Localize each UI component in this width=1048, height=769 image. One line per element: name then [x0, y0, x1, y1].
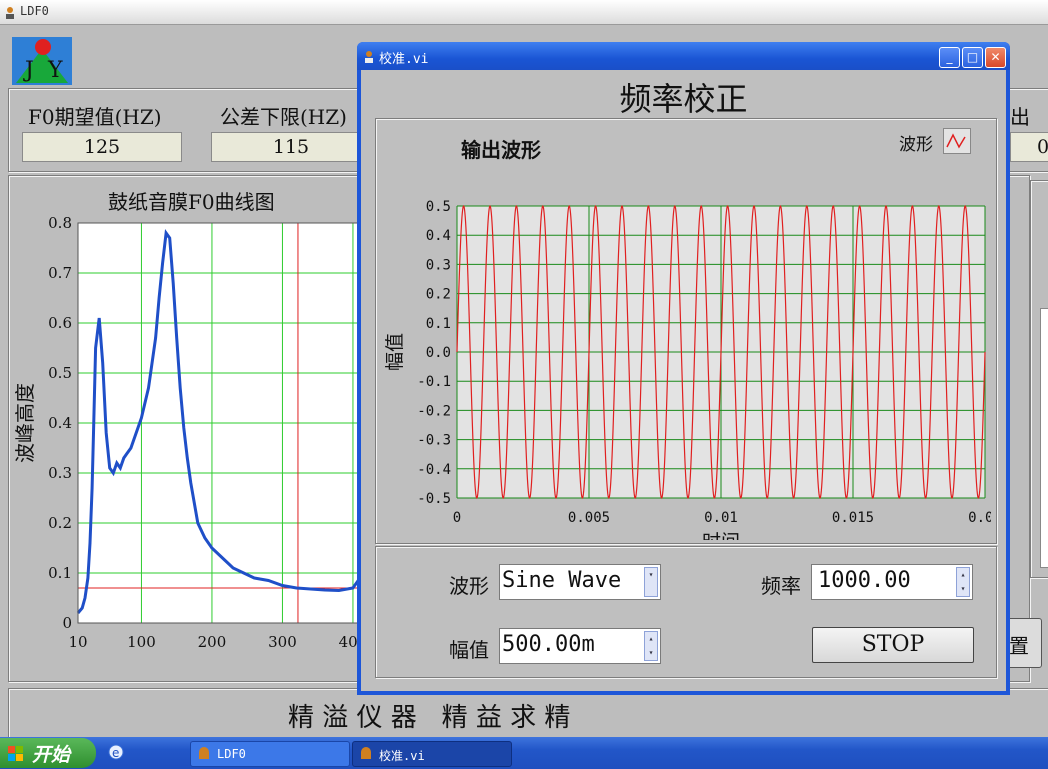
waveform-select[interactable]: Sine Wave ▾: [499, 564, 661, 600]
tolerance-lower-field[interactable]: 115: [211, 132, 371, 162]
f0-ytick-label: 0: [62, 614, 72, 632]
minimize-icon[interactable]: _: [939, 47, 960, 68]
legend-label: 波形: [899, 135, 933, 155]
task-calibration-label: 校准.vi: [379, 749, 425, 763]
wave-xlabel: 时间: [702, 531, 740, 540]
chevron-down-icon[interactable]: ▾: [644, 567, 658, 597]
f0-xtick-label: 300: [268, 633, 297, 651]
output-voltage-field-partial[interactable]: 0: [1010, 132, 1048, 162]
maximize-icon[interactable]: □: [962, 47, 983, 68]
f0-target-label: F0期望值(HZ): [28, 105, 162, 129]
wave-xtick-label: 0: [453, 510, 461, 526]
settings-button-label: 置: [1009, 634, 1029, 658]
dialog-heading: 频率校正: [619, 80, 748, 118]
dialog-body: 频率校正 输出波形 波形 0.5 0.4 0.3 0.2 0.1 0.0 -0.1 -0.2 -…: [361, 70, 1006, 691]
tolerance-lower-label: 公差下限(HZ): [220, 105, 347, 129]
task-ldf0[interactable]: LDF0: [190, 741, 350, 767]
waveform-label: 波形: [449, 574, 489, 598]
dialog-titlebar[interactable]: 校准.vi _ □ ✕: [357, 42, 1010, 70]
windows-logo-icon: [8, 745, 24, 761]
app-icon: [4, 5, 16, 19]
f0-xtick-label: 100: [127, 633, 156, 651]
wave-ytick-label: 0.1: [426, 316, 451, 332]
footer-slogan: 精 溢 仪 器 精 益 求 精: [288, 703, 571, 733]
amplitude-value: 500.00m: [502, 632, 595, 657]
wave-xtick-label: 0.01: [704, 510, 738, 526]
f0-ytick-label: 0.4: [48, 414, 72, 432]
f0-chart: 00.10.20.30.40.50.60.70.810100200300400波…: [13, 214, 360, 651]
task-calibration[interactable]: 校准.vi: [352, 741, 512, 767]
legend-swatch: [943, 128, 971, 154]
wave-ytick-label: -0.5: [417, 491, 451, 507]
start-label: 开始: [32, 744, 71, 766]
waveform-chart: 0.5 0.4 0.3 0.2 0.1 0.0 -0.1 -0.2 -0.3 -0.4 -0.50 0…: [384, 199, 991, 540]
f0-xtick-label: 200: [198, 633, 227, 651]
wave-ytick-label: 0.4: [426, 228, 451, 244]
frequency-value: 1000.00: [818, 568, 911, 593]
frequency-stepper[interactable]: ▴ ▾: [956, 567, 970, 597]
dialog-icon: [363, 49, 375, 63]
wave-xtick-label: 0.015: [832, 510, 874, 526]
wave-xtick-label: 0.005: [568, 510, 610, 526]
task-ldf0-label: LDF0: [217, 747, 246, 761]
dialog-title: 校准.vi: [379, 52, 429, 67]
wave-ytick-label: 0.0: [426, 345, 451, 361]
wave-ytick-label: -0.4: [417, 462, 451, 478]
f0-ytick-label: 0.2: [48, 514, 72, 532]
close-icon[interactable]: ✕: [985, 47, 1006, 68]
right-side-list: [1040, 308, 1048, 568]
svg-text:Y: Y: [47, 58, 63, 83]
amplitude-input[interactable]: 500.00m ▴ ▾: [499, 628, 661, 664]
stop-button-label: STOP: [861, 632, 925, 657]
stop-button[interactable]: STOP: [812, 627, 974, 663]
start-button[interactable]: 开始: [0, 738, 96, 768]
wave-ytick-label: -0.1: [417, 374, 451, 390]
wave-ytick-label: 0.3: [426, 257, 451, 273]
waveform-select-value: Sine Wave: [502, 568, 622, 593]
main-window-titlebar[interactable]: LDF0: [0, 0, 1048, 25]
task-ldf0-icon: [199, 747, 209, 759]
f0-ytick-label: 0.3: [48, 464, 72, 482]
calibration-dialog[interactable]: 校准.vi _ □ ✕ 频率校正 输出波形 波形 0.5 0.4 0.3 0.2 0.1…: [357, 42, 1010, 695]
f0-ytick-label: 0.8: [48, 214, 72, 232]
task-calibration-icon: [361, 747, 371, 759]
f0-ytick-label: 0.7: [48, 264, 72, 282]
f0-ytick-label: 0.5: [48, 364, 72, 382]
svg-text:J: J: [23, 58, 34, 83]
wave-ylabel: 幅值: [384, 333, 406, 371]
taskbar: [0, 737, 1048, 769]
frequency-label: 频率: [761, 574, 801, 598]
main-window-title: LDF0: [20, 4, 49, 18]
amplitude-stepper[interactable]: ▴ ▾: [644, 631, 658, 661]
f0-target-field[interactable]: 125: [22, 132, 182, 162]
company-logo: J Y: [12, 37, 72, 85]
f0-ytick-label: 0.6: [48, 314, 72, 332]
wave-ytick-label: -0.3: [417, 433, 451, 449]
wave-ytick-label: 0.2: [426, 287, 451, 303]
wave-xtick-label: 0.01: [968, 510, 991, 526]
graph-title: 输出波形: [461, 138, 541, 162]
wave-ytick-label: 0.5: [426, 199, 451, 215]
quick-launch-ie-icon[interactable]: e: [108, 744, 124, 760]
svg-text:e: e: [112, 746, 119, 760]
f0-xtick-label: 10: [68, 633, 87, 651]
wave-ytick-label: -0.2: [417, 403, 451, 419]
f0-ytick-label: 0.1: [48, 564, 72, 582]
frequency-input[interactable]: 1000.00 ▴ ▾: [811, 564, 973, 600]
amplitude-label: 幅值: [449, 638, 489, 662]
f0-ylabel: 波峰高度: [13, 383, 37, 463]
